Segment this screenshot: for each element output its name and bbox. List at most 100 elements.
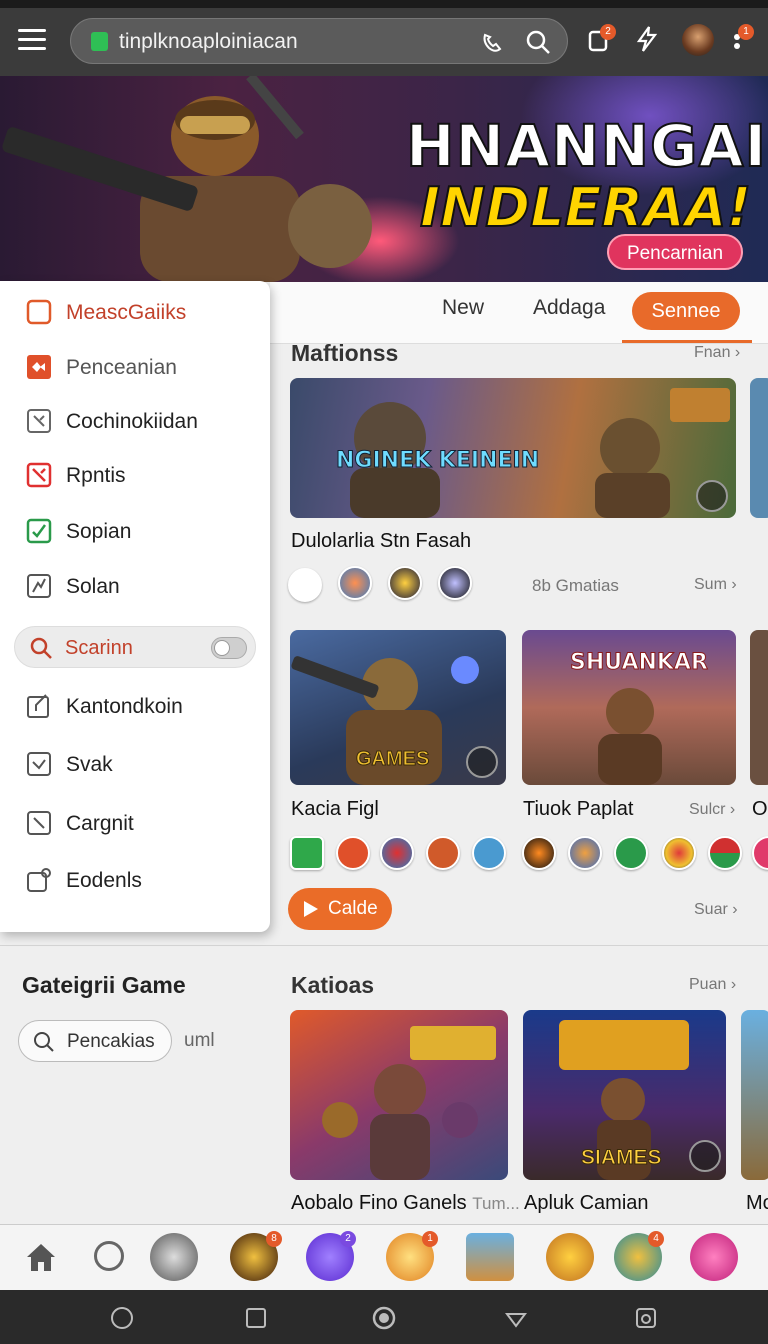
creator-avatar-1[interactable] xyxy=(288,568,322,602)
voice-search-icon[interactable] xyxy=(479,29,505,55)
section1-more-link[interactable]: Fnan › xyxy=(694,344,740,362)
checkmark-icon xyxy=(26,518,52,544)
section2-more-link[interactable]: Sulcr › xyxy=(689,801,735,819)
menu-item-kantondkoin[interactable]: Kantondkoin xyxy=(0,682,270,730)
assistant-icon[interactable] xyxy=(110,1306,134,1330)
app-icon-10[interactable] xyxy=(708,836,742,870)
section3-more-link[interactable]: Puan › xyxy=(689,976,736,994)
avatar[interactable] xyxy=(682,24,714,56)
partial-card[interactable] xyxy=(750,378,768,518)
tab-sennee[interactable]: Sennee xyxy=(632,292,740,330)
section-divider xyxy=(0,945,768,946)
section1-sum-link[interactable]: Sum › xyxy=(694,576,737,594)
featured-card-label: Dulolarlia Stn Fasah xyxy=(291,530,472,552)
tab-addaga[interactable]: Addaga xyxy=(533,296,605,320)
menu-item-cochinokiidan[interactable]: Cochinokiidan xyxy=(0,397,270,445)
recents-icon[interactable] xyxy=(244,1306,268,1330)
profile-badge: 1 xyxy=(738,24,754,40)
dock-app-1[interactable] xyxy=(150,1233,198,1281)
menu-icon[interactable] xyxy=(18,29,46,51)
category-tabs: New Addaga Sennee xyxy=(270,282,768,344)
chart-icon xyxy=(27,574,51,598)
edit-icon xyxy=(27,694,49,718)
home-icon[interactable] xyxy=(24,1241,58,1273)
category-title: Gateigrii Game xyxy=(22,972,186,998)
app-icon-7[interactable] xyxy=(568,836,602,870)
app-icon-3[interactable] xyxy=(380,836,414,870)
game-card-games[interactable]: GAMES xyxy=(290,630,506,785)
menu-item-cargnit[interactable]: Cargnit xyxy=(0,799,270,847)
app-icon-6[interactable] xyxy=(522,836,556,870)
game-card-siames-action-icon[interactable] xyxy=(689,1140,721,1172)
category-search-input[interactable]: Pencakias xyxy=(18,1020,172,1062)
menu-item-meascgaiiks[interactable]: MeascGaiiks xyxy=(0,288,270,336)
search-icon[interactable] xyxy=(525,29,551,55)
address-bar[interactable]: tinplknoaploiniacan xyxy=(70,18,568,64)
category-search-label: Pencakias xyxy=(67,1031,155,1052)
browser-toolbar: tinplknoaploiniacan 2 1 xyxy=(0,0,768,76)
tab-new[interactable]: New xyxy=(442,296,484,320)
app-icon-2[interactable] xyxy=(336,836,370,870)
dock-app-2-badge: 8 xyxy=(266,1231,282,1247)
game-card-aobalo[interactable] xyxy=(290,1010,508,1180)
partial-card-2[interactable] xyxy=(750,630,768,785)
partial-label: O xyxy=(752,798,768,820)
screenshot-icon[interactable] xyxy=(634,1306,658,1330)
active-tab-indicator xyxy=(622,340,752,343)
hero-title-line1: HNANNGAI xyxy=(405,111,768,181)
game-card-action-icon[interactable] xyxy=(466,746,498,778)
dock-app-6[interactable] xyxy=(546,1233,594,1281)
partial-card-3[interactable] xyxy=(741,1010,768,1180)
game-card-shuankar-label: Tiuok Paplat xyxy=(523,798,634,820)
menu-search-toggle[interactable]: Scarinn xyxy=(14,626,256,668)
featured-game-card[interactable]: NGINEK KEINEIN xyxy=(290,378,736,518)
menu-item-sopian[interactable]: Sopian xyxy=(0,507,270,555)
play-icon xyxy=(304,901,318,917)
partial-label-3: Mo xyxy=(746,1192,768,1214)
section-title-katioas: Katioas xyxy=(291,972,375,998)
creator-avatar-2[interactable] xyxy=(338,566,372,600)
menu-item-svak[interactable]: Svak xyxy=(0,740,270,788)
featured-card-title: NGINEK KEINEIN xyxy=(335,448,540,474)
app-icon-9[interactable] xyxy=(662,836,696,870)
lightning-icon[interactable] xyxy=(632,24,662,54)
dock-app-5[interactable] xyxy=(466,1233,514,1281)
dock-app-3-badge: 2 xyxy=(340,1231,356,1247)
menu-item-solan[interactable]: Solan xyxy=(0,562,270,610)
app-icon-5[interactable] xyxy=(472,836,506,870)
creator-avatar-3[interactable] xyxy=(388,566,422,600)
home-button-icon[interactable] xyxy=(372,1306,396,1330)
search-toggle-switch[interactable] xyxy=(211,637,247,659)
app-icon-8[interactable] xyxy=(614,836,648,870)
game-card-shuankar[interactable]: SHUANKAR xyxy=(522,630,736,785)
section2-more-link-2[interactable]: Suar › xyxy=(694,901,738,919)
app-icon-11[interactable] xyxy=(752,836,768,870)
game-tile-icon xyxy=(27,355,51,379)
puzzle-icon xyxy=(27,409,51,433)
back-icon[interactable] xyxy=(504,1306,528,1330)
menu-item-penceanian[interactable]: Penceanian xyxy=(0,343,270,391)
url-text[interactable]: tinplknoaploiniacan xyxy=(119,30,298,54)
game-card-siames[interactable]: SIAMES xyxy=(523,1010,726,1180)
app-icon-1[interactable] xyxy=(290,836,324,870)
dock-app-8[interactable] xyxy=(690,1233,738,1281)
circle-icon[interactable] xyxy=(94,1241,124,1271)
search-icon xyxy=(30,637,52,659)
search-icon xyxy=(34,1032,54,1052)
hero-banner[interactable]: HNANNGAI INDLERAA! Pencarnian xyxy=(0,76,768,282)
creator-avatar-4[interactable] xyxy=(438,566,472,600)
status-bar xyxy=(0,0,768,8)
hero-search-button[interactable]: Pencarnian xyxy=(607,234,743,270)
game-card-games-label: Kacia Figl xyxy=(291,798,379,820)
sports-icon xyxy=(26,462,52,488)
menu-item-rpntis[interactable]: Rpntis xyxy=(0,451,270,499)
app-icon-4[interactable] xyxy=(426,836,460,870)
section-title-maftionss: Maftionss xyxy=(291,340,399,366)
menu-item-eodenls[interactable]: Eodenls xyxy=(0,856,270,904)
dock-app-4-badge: 1 xyxy=(422,1231,438,1247)
check-box-icon xyxy=(27,752,51,776)
card-action-icon[interactable] xyxy=(696,480,728,512)
dock-app-7-badge: 4 xyxy=(648,1231,664,1247)
play-button[interactable]: Calde xyxy=(288,888,392,930)
game-card-siames-label: Apluk Camian xyxy=(524,1192,649,1214)
